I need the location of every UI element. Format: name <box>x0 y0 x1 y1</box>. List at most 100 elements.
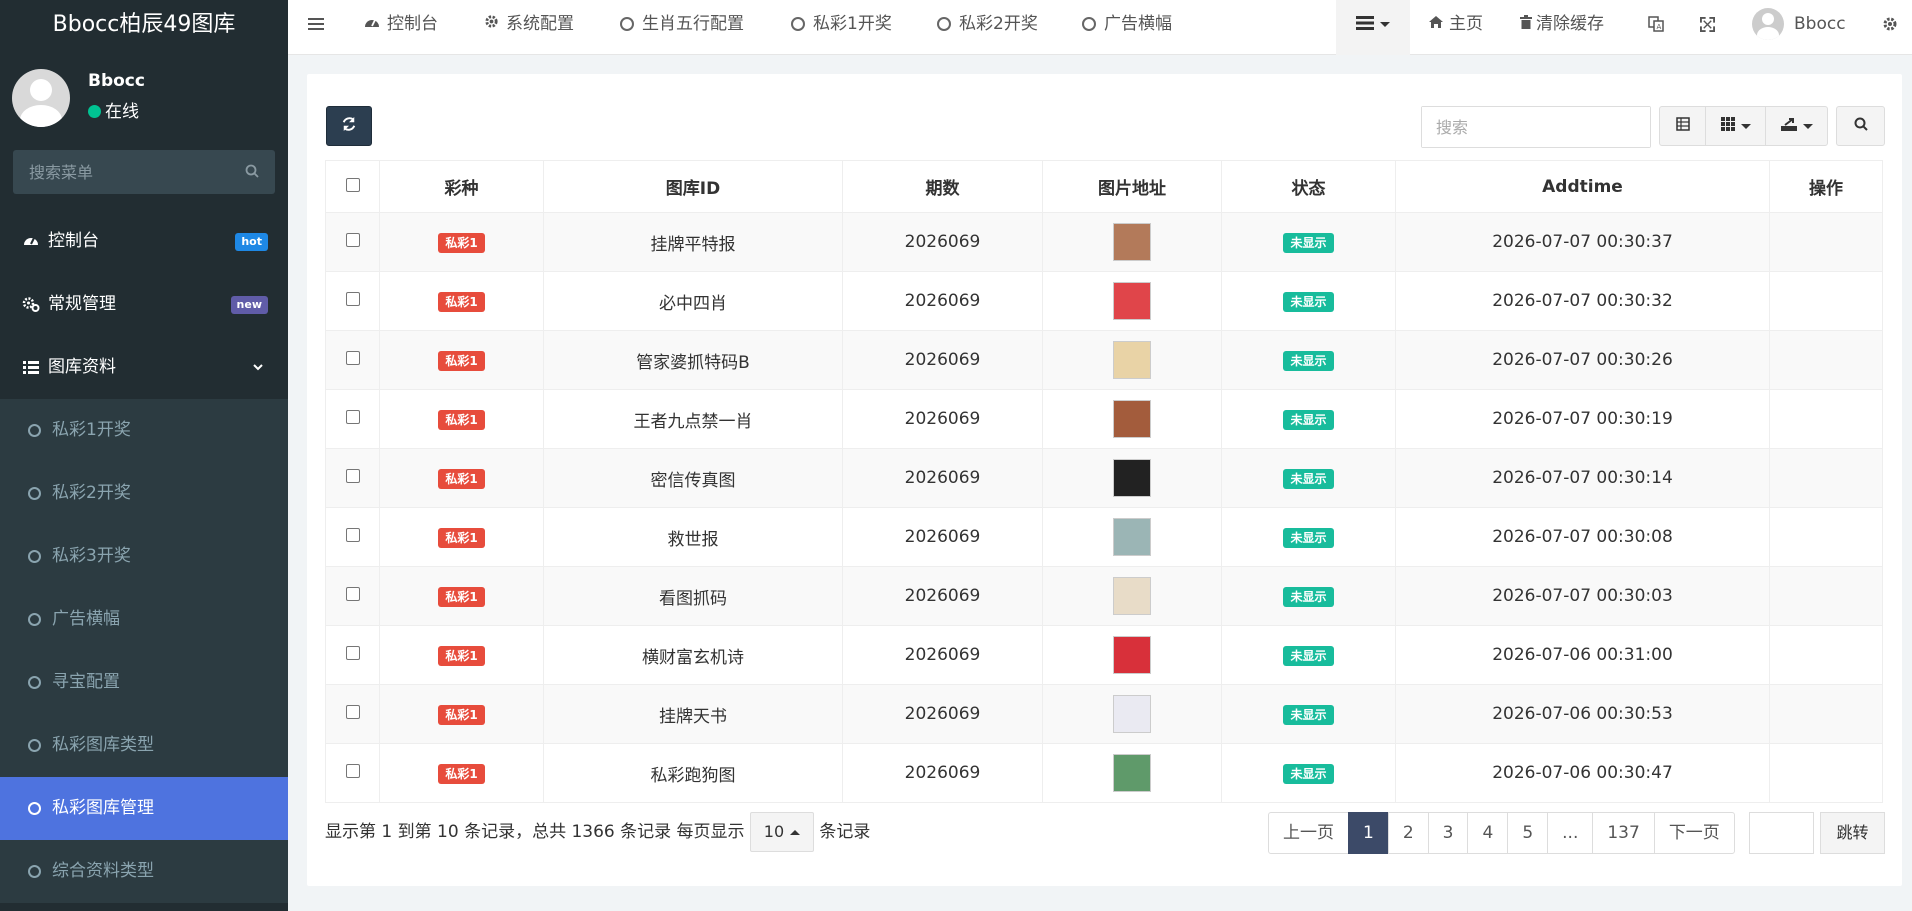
table-row[interactable]: 私彩1 挂牌天书 2026069 未显示 2026-07-06 00:30:53 <box>325 684 1883 744</box>
status-badge[interactable]: 未显示 <box>1283 704 1334 725</box>
advanced-search-button[interactable] <box>1836 106 1885 146</box>
home-link[interactable]: 主页 <box>1428 0 1483 55</box>
column-header[interactable]: 图片地址 <box>1042 160 1222 213</box>
image-cell <box>1042 271 1222 331</box>
row-checkbox[interactable] <box>345 292 360 306</box>
tabs-dropdown[interactable] <box>1336 0 1410 55</box>
prev-page-button[interactable]: 上一页 <box>1268 812 1349 854</box>
image-thumbnail[interactable] <box>1113 577 1151 615</box>
image-cell <box>1042 507 1222 567</box>
row-checkbox[interactable] <box>345 705 360 719</box>
sidebar-item-general[interactable]: 常规管理 new <box>0 273 288 336</box>
column-header[interactable]: Addtime <box>1395 160 1770 213</box>
row-checkbox[interactable] <box>345 469 360 483</box>
row-checkbox[interactable] <box>345 528 360 542</box>
status-badge[interactable]: 未显示 <box>1283 409 1334 430</box>
toggle-view-button[interactable] <box>1659 106 1706 146</box>
sidebar-search-input[interactable] <box>13 150 233 194</box>
sidebar-item-lottery1[interactable]: 私彩1开奖 <box>0 399 288 462</box>
tab-dashboard[interactable]: 控制台 <box>364 0 438 55</box>
table-search-input[interactable] <box>1422 107 1650 147</box>
table-row[interactable]: 私彩1 私彩跑狗图 2026069 未显示 2026-07-06 00:30:47 <box>325 743 1883 803</box>
avatar <box>12 69 70 127</box>
status-badge[interactable]: 未显示 <box>1283 645 1334 666</box>
sidebar-item-dashboard[interactable]: 控制台 hot <box>0 210 288 273</box>
page-button[interactable]: 4 <box>1467 812 1509 854</box>
column-header[interactable]: 状态 <box>1221 160 1396 213</box>
page-button[interactable]: 137 <box>1592 812 1655 854</box>
table-row[interactable]: 私彩1 看图抓码 2026069 未显示 2026-07-07 00:30:03 <box>325 566 1883 626</box>
status-badge[interactable]: 未显示 <box>1283 350 1334 371</box>
status-badge[interactable]: 未显示 <box>1283 291 1334 312</box>
sidebar-item-lottery2[interactable]: 私彩2开奖 <box>0 462 288 525</box>
sidebar-item-lottery3[interactable]: 私彩3开奖 <box>0 525 288 588</box>
row-checkbox[interactable] <box>345 587 360 601</box>
settings-gear-icon[interactable] <box>1882 0 1898 55</box>
table-row[interactable]: 私彩1 横财富玄机诗 2026069 未显示 2026-07-06 00:31:00 <box>325 625 1883 685</box>
tab-zodiac-config[interactable]: 生肖五行配置 <box>620 0 744 55</box>
export-button[interactable] <box>1765 106 1828 146</box>
image-thumbnail[interactable] <box>1113 459 1151 497</box>
table-row[interactable]: 私彩1 王者九点禁一肖 2026069 未显示 2026-07-07 00:30:19 <box>325 389 1883 449</box>
clear-cache-button[interactable]: 清除缓存 <box>1520 0 1604 55</box>
row-checkbox[interactable] <box>345 410 360 424</box>
table-row[interactable]: 私彩1 挂牌平特报 2026069 未显示 2026-07-07 00:30:37 <box>325 212 1883 272</box>
row-checkbox[interactable] <box>345 646 360 660</box>
row-checkbox[interactable] <box>345 764 360 778</box>
status-badge[interactable]: 未显示 <box>1283 763 1334 784</box>
columns-button[interactable] <box>1705 106 1766 146</box>
page-button[interactable]: 5 <box>1507 812 1549 854</box>
refresh-button[interactable] <box>326 106 372 146</box>
sidebar-item-gallery[interactable]: 图库资料 <box>0 336 288 399</box>
page-size-select[interactable]: 10 <box>749 812 814 852</box>
image-thumbnail[interactable] <box>1113 400 1151 438</box>
tab-lottery1[interactable]: 私彩1开奖 <box>791 0 892 55</box>
page-button[interactable]: ... <box>1547 812 1594 854</box>
sidebar-item-banner[interactable]: 广告横幅 <box>0 588 288 651</box>
status-badge[interactable]: 未显示 <box>1283 468 1334 489</box>
jump-page-input[interactable] <box>1749 812 1814 854</box>
image-thumbnail[interactable] <box>1113 282 1151 320</box>
search-icon[interactable] <box>245 164 259 182</box>
sidebar-item-treasure[interactable]: 寻宝配置 <box>0 651 288 714</box>
image-thumbnail[interactable] <box>1113 695 1151 733</box>
image-thumbnail[interactable] <box>1113 518 1151 556</box>
row-checkbox[interactable] <box>345 351 360 365</box>
page-button[interactable]: 1 <box>1348 812 1389 854</box>
select-all-checkbox[interactable] <box>345 177 360 192</box>
actions-cell <box>1769 271 1883 331</box>
table-row[interactable]: 私彩1 救世报 2026069 未显示 2026-07-07 00:30:08 <box>325 507 1883 567</box>
status-badge[interactable]: 未显示 <box>1283 527 1334 548</box>
translate-icon[interactable]: A <box>1648 0 1664 55</box>
sidebar-item-info-type[interactable]: 综合资料类型 <box>0 840 288 903</box>
menu-toggle-icon[interactable] <box>308 0 324 55</box>
status-badge[interactable]: 未显示 <box>1283 586 1334 607</box>
sidebar-item-gallery-manage[interactable]: 私彩图库管理 <box>0 777 288 840</box>
tab-banner[interactable]: 广告横幅 <box>1082 0 1172 55</box>
column-header[interactable]: 图库ID <box>543 160 843 213</box>
image-thumbnail[interactable] <box>1113 223 1151 261</box>
table-row[interactable]: 私彩1 管家婆抓特码B 2026069 未显示 2026-07-07 00:30:26 <box>325 330 1883 390</box>
table-row[interactable]: 私彩1 必中四肖 2026069 未显示 2026-07-07 00:30:32 <box>325 271 1883 331</box>
table-row[interactable]: 私彩1 密信传真图 2026069 未显示 2026-07-07 00:30:14 <box>325 448 1883 508</box>
jump-button[interactable]: 跳转 <box>1820 812 1885 854</box>
image-cell <box>1042 625 1222 685</box>
page-button[interactable]: 2 <box>1387 812 1429 854</box>
tab-system-config[interactable]: 系统配置 <box>484 0 574 55</box>
fullscreen-icon[interactable] <box>1700 0 1715 55</box>
row-checkbox[interactable] <box>345 233 360 247</box>
brand-title[interactable]: Bbocc柏辰49图库 <box>0 0 288 55</box>
user-menu[interactable]: Bbocc <box>1752 0 1846 55</box>
column-header[interactable]: 期数 <box>842 160 1043 213</box>
sidebar-item-gallery-type[interactable]: 私彩图库类型 <box>0 714 288 777</box>
image-thumbnail[interactable] <box>1113 341 1151 379</box>
column-header[interactable]: 彩种 <box>379 160 544 213</box>
page-button[interactable]: 3 <box>1427 812 1469 854</box>
status-cell: 未显示 <box>1221 507 1396 567</box>
tab-lottery2[interactable]: 私彩2开奖 <box>937 0 1038 55</box>
next-page-button[interactable]: 下一页 <box>1653 812 1735 854</box>
pagination: 上一页 1 2 3 4 5... 137 下一页 <box>1268 812 1735 854</box>
status-badge[interactable]: 未显示 <box>1283 232 1334 253</box>
image-thumbnail[interactable] <box>1113 636 1151 674</box>
image-thumbnail[interactable] <box>1113 754 1151 792</box>
